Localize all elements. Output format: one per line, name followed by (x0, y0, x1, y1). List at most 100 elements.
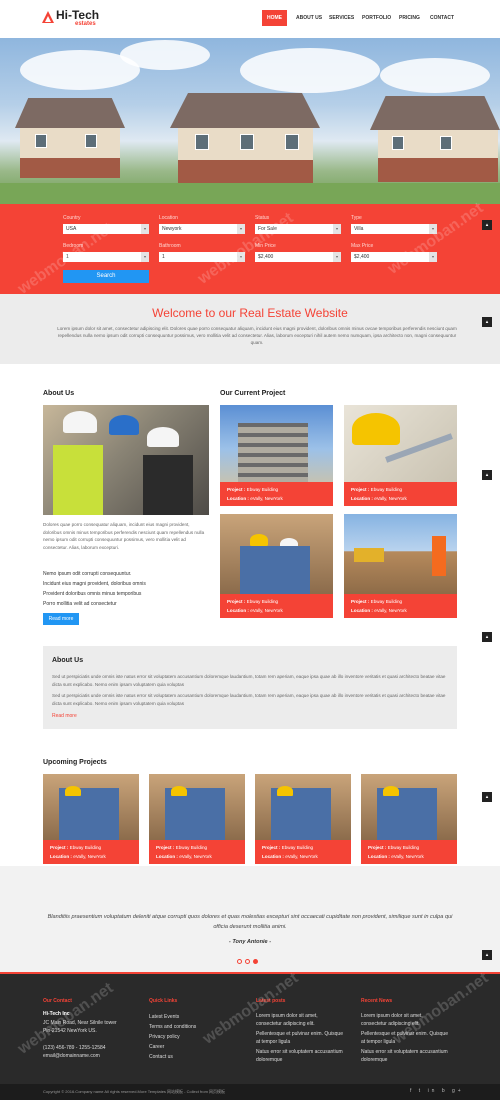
current-heading: Our Current Project (220, 390, 286, 397)
footer-addr2: Pin-21542 NewYork US. (43, 1028, 97, 1034)
chevron-down-icon: ▾ (333, 252, 341, 262)
slider-dot-active[interactable] (253, 959, 258, 964)
cloud (380, 58, 490, 93)
chevron-down-icon: ▾ (429, 252, 437, 262)
maxprice-select[interactable]: $2,400 ▾ (351, 252, 437, 262)
country-select[interactable]: USA ▾ (63, 224, 149, 234)
side-toggle-icon[interactable]: ▴ (482, 317, 492, 327)
footer-posts-heading: Latest posts (256, 998, 286, 1004)
workers (59, 788, 119, 842)
bedroom-label: Bedroom (63, 243, 84, 249)
about-readmore-button[interactable]: Read more (43, 613, 79, 625)
footer-link[interactable]: Latest Events (149, 1013, 179, 1022)
bedroom-select[interactable]: 1 ▾ (63, 252, 149, 262)
list-item: Porro mollitia velit ad consectetur (43, 601, 117, 607)
window (35, 134, 47, 148)
footer-post[interactable]: consectetur adipiscing elit. (256, 1020, 315, 1029)
side-toggle-icon[interactable]: ▴ (482, 470, 492, 480)
project-card[interactable]: Project : Ebway Building Location : eVall… (344, 405, 457, 506)
upcoming-card[interactable]: Project : Ebway Building Location : eVall… (255, 774, 351, 864)
footer-company: Hi-Tech Inc (43, 1011, 70, 1017)
project-card[interactable]: Project : Ebway Building Location : eVall… (220, 405, 333, 506)
nav-pricing[interactable]: PRICING (399, 10, 420, 26)
project-caption: Project : Ebway Building Location : eVall… (255, 840, 351, 864)
bathroom-select[interactable]: 1 ▾ (159, 252, 245, 262)
project-photo (220, 514, 333, 596)
chevron-down-icon: ▾ (237, 252, 245, 262)
window (285, 134, 299, 150)
hardhat (147, 427, 179, 447)
slider-dots[interactable] (238, 196, 259, 204)
project-card[interactable]: Project : Ebway Building Location : eVall… (220, 514, 333, 618)
status-label: Status (255, 215, 270, 221)
aboutbox-heading: About Us (52, 657, 84, 664)
excavator (354, 548, 384, 562)
aboutbox-p1: Sed ut perspiciatis unde omnis iste natu… (52, 674, 446, 687)
hardhat (109, 415, 139, 435)
hardhat (383, 786, 399, 796)
project-photo (43, 774, 139, 842)
blog-icon[interactable]: b (442, 1088, 448, 1094)
workers (165, 788, 225, 842)
hero-slider[interactable] (0, 38, 500, 204)
hardhat (65, 786, 81, 796)
testimonial-author: - Tony Antonie - (228, 939, 272, 945)
hardhat (63, 411, 97, 433)
slider-dot[interactable] (245, 959, 250, 964)
footer-news[interactable]: consectetur adipiscing elit. (361, 1020, 420, 1029)
footer-news[interactable]: doloremque (361, 1056, 387, 1065)
twitter-icon[interactable]: t (419, 1088, 423, 1094)
footer-link[interactable]: Terms and conditions (149, 1023, 196, 1032)
side-toggle-icon[interactable]: ▴ (482, 632, 492, 642)
footer-post[interactable]: at tempor ligula (256, 1038, 290, 1047)
logo-icon (42, 11, 54, 23)
nav-portfolio[interactable]: PORTFOLIO (362, 10, 391, 26)
side-toggle-icon[interactable]: ▴ (482, 950, 492, 960)
list-item: Nemo ipsum odit corrupti consequuntur. (43, 571, 132, 577)
brand-name: Hi-Tech (56, 8, 100, 22)
upcoming-card[interactable]: Project : Ebway Building Location : eVall… (361, 774, 457, 864)
status-select[interactable]: For Sale ▾ (255, 224, 341, 234)
footer-news[interactable]: at tempor ligula (361, 1038, 395, 1047)
safety-vest (53, 445, 103, 515)
facebook-icon[interactable]: f (410, 1088, 414, 1094)
side-toggle-icon[interactable]: ▴ (482, 220, 492, 230)
nav-contact[interactable]: CONTACT (430, 10, 454, 26)
about-heading: About Us (43, 390, 75, 397)
side-toggle-icon[interactable]: ▴ (482, 792, 492, 802)
upcoming-card[interactable]: Project : Ebway Building Location : eVall… (43, 774, 139, 864)
nav-services[interactable]: SERVICES (329, 10, 354, 26)
search-button[interactable]: Search (63, 270, 149, 283)
house-roof (370, 96, 500, 130)
nav-about[interactable]: ABOUT US (296, 10, 322, 26)
nav-home[interactable]: HOME (262, 10, 287, 26)
project-caption: Project : Ebway Building Location : eVall… (220, 482, 333, 506)
aboutbox-readmore-link[interactable]: Read more (52, 713, 77, 719)
list-item: Provident doloribus omnis minus temporib… (43, 591, 142, 597)
project-card[interactable]: Project : Ebway Building Location : eVall… (344, 514, 457, 618)
testimonial-dots[interactable] (237, 951, 261, 969)
chevron-down-icon: ▾ (333, 224, 341, 234)
site-header: Hi-Tech estates HOME ABOUT US SERVICES P… (0, 0, 500, 38)
location-select[interactable]: Newyork ▾ (159, 224, 245, 234)
slider-dot[interactable] (237, 959, 242, 964)
window (195, 134, 209, 150)
project-photo (255, 774, 351, 842)
footer-link[interactable]: Career (149, 1043, 164, 1052)
type-select[interactable]: Villa ▾ (351, 224, 437, 234)
footer-link[interactable]: Privacy policy (149, 1033, 180, 1042)
project-photo (220, 405, 333, 485)
linkedin-icon[interactable]: in (428, 1088, 438, 1094)
project-caption: Project : Ebway Building Location : eVall… (220, 594, 333, 618)
upcoming-card[interactable]: Project : Ebway Building Location : eVall… (149, 774, 245, 864)
welcome-title: Welcome to our Real Estate Website (152, 306, 348, 320)
cloud (120, 40, 210, 70)
footer-email[interactable]: email@domainname.com (43, 1052, 100, 1061)
minprice-select[interactable]: $2,400 ▾ (255, 252, 341, 262)
googleplus-icon[interactable]: g+ (452, 1088, 464, 1094)
hardhat (352, 413, 400, 445)
workers (240, 546, 310, 596)
footer-link[interactable]: Contact us (149, 1053, 173, 1062)
project-photo (344, 514, 457, 596)
footer-post[interactable]: doloremque (256, 1056, 282, 1065)
